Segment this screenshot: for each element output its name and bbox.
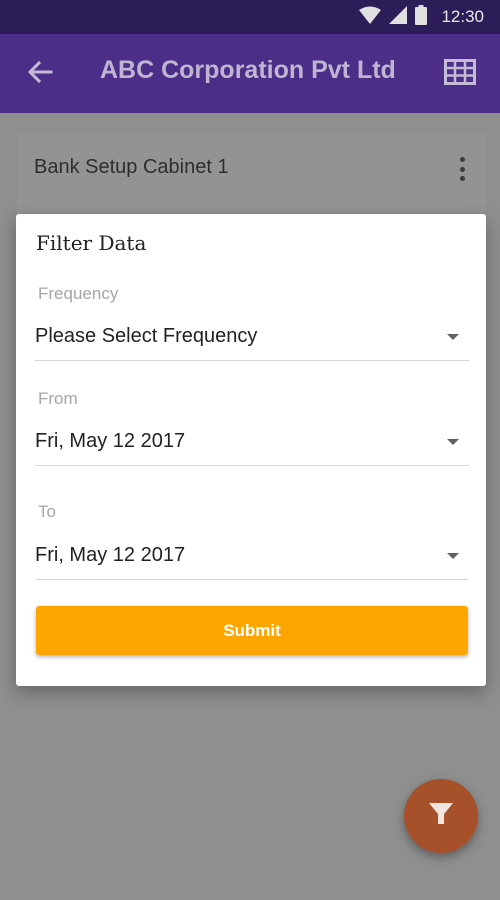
more-vertical-icon[interactable] [452,154,472,184]
status-icons: 12:30 [359,4,484,30]
status-time: 12:30 [441,7,484,26]
from-date-dropdown[interactable]: Fri, May 12 2017 [35,418,469,466]
from-date-value: Fri, May 12 2017 [35,430,186,452]
signal-icon [389,5,408,29]
dropdown-arrow-icon [447,439,459,445]
status-bar: 12:30 [0,0,500,34]
wifi-icon [359,6,382,29]
table-view-button[interactable] [442,58,478,90]
frequency-value: Please Select Frequency [35,325,258,347]
frequency-dropdown[interactable]: Please Select Frequency [35,313,469,361]
to-date-dropdown[interactable]: Fri, May 12 2017 [35,532,469,580]
to-date-value: Fri, May 12 2017 [35,544,186,566]
dropdown-arrow-icon [447,334,459,340]
frequency-label: Frequency [38,284,119,303]
to-label: To [38,502,56,521]
table-grid-icon [444,58,476,90]
dropdown-arrow-icon [447,553,459,559]
app-title: ABC Corporation Pvt Ltd [100,56,396,84]
submit-button[interactable]: Submit [36,606,468,655]
dialog-title: Filter Data [36,231,147,255]
back-button[interactable] [24,58,56,90]
filter-icon [428,802,454,831]
filter-dialog: Filter Data Frequency Please Select Freq… [16,214,486,686]
from-label: From [38,389,78,408]
card-title: Bank Setup Cabinet 1 [34,156,229,178]
battery-icon [415,4,428,30]
filter-fab[interactable] [404,779,478,853]
app-bar: ABC Corporation Pvt Ltd [0,34,500,113]
back-arrow-icon [27,60,53,88]
